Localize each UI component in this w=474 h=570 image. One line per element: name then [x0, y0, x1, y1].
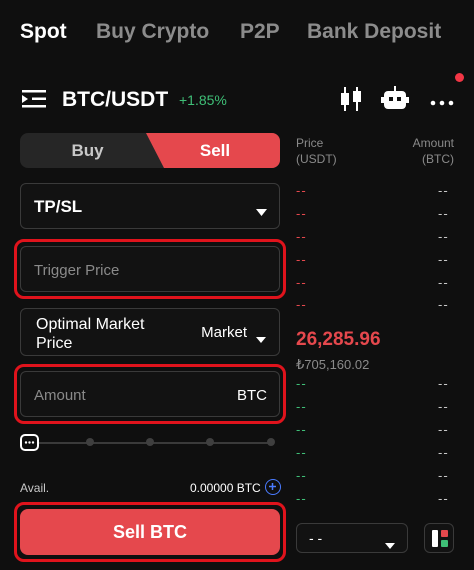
ask-price: --: [296, 297, 307, 312]
menu-list-icon[interactable]: [22, 88, 48, 110]
candlestick-chart-icon[interactable]: [339, 86, 363, 112]
orderbook-amount-header: Amount (BTC): [412, 136, 454, 166]
bid-price: --: [296, 399, 307, 414]
price-mode-label: Optimal Market Price: [36, 316, 145, 352]
avail-value: 0.00000 BTC: [190, 481, 261, 495]
price-mode-value: Market: [201, 324, 247, 341]
depth-select-value: - -: [309, 530, 323, 546]
bid-amount: --: [438, 422, 449, 437]
bid-price: --: [296, 491, 307, 506]
bid-amount: --: [438, 399, 449, 414]
buy-tab[interactable]: Buy: [20, 133, 155, 168]
tab-bank-deposit[interactable]: Bank Deposit: [307, 20, 441, 44]
pair-change: +1.85%: [179, 92, 227, 108]
slider-handle[interactable]: [20, 434, 39, 451]
ask-price: --: [296, 229, 307, 244]
ask-amount: --: [438, 206, 449, 221]
last-price-local: ₺705,160.02: [296, 357, 370, 372]
order-type-select[interactable]: TP/SL: [20, 183, 280, 229]
trading-bot-icon[interactable]: [381, 86, 409, 112]
amount-highlight: [14, 364, 286, 424]
amount-slider-track[interactable]: [38, 442, 272, 444]
tab-p2p[interactable]: P2P: [240, 20, 280, 44]
avail-label: Avail.: [20, 481, 50, 495]
pair-symbol[interactable]: BTC/USDT: [62, 88, 168, 112]
notification-dot: [455, 73, 464, 82]
slider-step-dot[interactable]: [86, 438, 94, 446]
bid-price: --: [296, 468, 307, 483]
depth-select[interactable]: - -: [296, 523, 408, 553]
last-price: 26,285.96: [296, 329, 381, 350]
bid-price: --: [296, 445, 307, 460]
orderbook-price-header: Price (USDT): [296, 136, 337, 166]
orderbook-layout-toggle[interactable]: [424, 523, 454, 553]
bid-amount: --: [438, 376, 449, 391]
slider-step-dot[interactable]: [206, 438, 214, 446]
ask-price: --: [296, 183, 307, 198]
bid-price: --: [296, 376, 307, 391]
ask-amount: --: [438, 183, 449, 198]
chevron-down-icon: [256, 330, 266, 348]
chevron-down-icon: [385, 536, 395, 554]
add-funds-icon[interactable]: [265, 479, 281, 495]
bid-amount: --: [438, 491, 449, 506]
ask-amount: --: [438, 252, 449, 267]
buy-sell-toggle: Buy Sell: [20, 133, 280, 168]
ask-amount: --: [438, 229, 449, 244]
slider-step-dot[interactable]: [267, 438, 275, 446]
sell-tab[interactable]: Sell: [146, 133, 280, 168]
tab-spot[interactable]: Spot: [20, 20, 67, 44]
trigger-price-highlight: [14, 239, 286, 299]
slider-step-dot[interactable]: [146, 438, 154, 446]
bid-amount: --: [438, 468, 449, 483]
ask-amount: --: [438, 297, 449, 312]
price-mode-select[interactable]: Optimal Market Price Market: [20, 308, 280, 356]
more-options-icon[interactable]: [430, 94, 454, 106]
tab-buy-crypto[interactable]: Buy Crypto: [96, 20, 209, 44]
layout-icon: [432, 530, 448, 552]
ask-price: --: [296, 252, 307, 267]
order-type-value: TP/SL: [34, 197, 83, 216]
ask-amount: --: [438, 275, 449, 290]
ask-price: --: [296, 275, 307, 290]
bid-price: --: [296, 422, 307, 437]
chevron-down-icon: [256, 203, 267, 221]
bid-amount: --: [438, 445, 449, 460]
sell-button-highlight: [14, 502, 286, 562]
ask-price: --: [296, 206, 307, 221]
